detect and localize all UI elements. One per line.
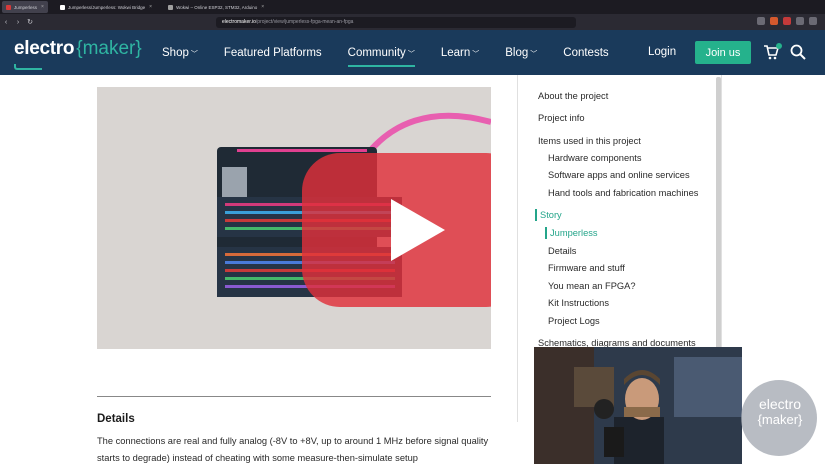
watermark-line-2: {maker}: [757, 412, 803, 427]
tab-wokwi[interactable]: Wokwi – Online ESP32, STM32, Arduino ×: [164, 1, 268, 13]
browser-tab-bar: Jumperless × Jumperless/Jumperless: Wokw…: [0, 0, 825, 14]
github-icon: [59, 4, 65, 10]
toc-about-project[interactable]: About the project: [538, 91, 608, 101]
tab-label: Wokwi – Online ESP32, STM32, Arduino: [176, 4, 258, 10]
join-us-button[interactable]: Join us: [695, 41, 751, 64]
tab-github[interactable]: Jumperless/Jumperless: Wokwi Bridge ×: [56, 1, 156, 13]
url-path: /project/view/jumperless-fpga-mean-an-fp…: [255, 19, 354, 25]
toc-fpga[interactable]: You mean an FPGA?: [548, 281, 636, 291]
watermark-line-1: electro: [758, 396, 802, 412]
toc-project-logs[interactable]: Project Logs: [548, 316, 600, 326]
forward-icon[interactable]: ›: [12, 19, 24, 26]
tab-label: Jumperless: [14, 4, 38, 10]
vpn-icon[interactable]: [796, 17, 804, 25]
webcam-feed: [534, 347, 742, 464]
back-icon[interactable]: ‹: [0, 19, 12, 26]
reload-icon[interactable]: ↻: [24, 18, 36, 26]
chevron-down-icon: ﹀: [472, 50, 480, 58]
cart-count-badge: [776, 43, 782, 49]
close-icon[interactable]: ×: [41, 4, 44, 10]
nav-shop[interactable]: Shop ﹀: [162, 47, 198, 59]
close-icon[interactable]: ×: [149, 4, 152, 10]
nav-blog[interactable]: Blog ﹀: [505, 47, 537, 59]
extension-icon[interactable]: [757, 17, 765, 25]
toc-software-apps[interactable]: Software apps and online services: [548, 170, 690, 180]
brave-shield-icon[interactable]: [770, 17, 778, 25]
menu-icon[interactable]: [809, 17, 817, 25]
nav-community[interactable]: Community ﹀: [347, 47, 415, 67]
screen: Jumperless × Jumperless/Jumperless: Wokw…: [0, 0, 825, 464]
logo-accent-text: {maker}: [76, 38, 142, 59]
toc-active-marker: [535, 209, 537, 221]
site-header: electro {maker} Shop ﹀ Featured Platforms…: [0, 30, 825, 75]
wokwi-icon: [168, 4, 174, 10]
extension-icon[interactable]: [783, 17, 791, 25]
logo-text: electro: [14, 38, 75, 59]
toc-items-used[interactable]: Items used in this project: [538, 136, 641, 146]
site-logo[interactable]: electro {maker}: [14, 38, 142, 64]
logo-circuit-trace: [14, 64, 42, 70]
toc-project-info[interactable]: Project info: [538, 113, 585, 123]
toc-hand-tools[interactable]: Hand tools and fabrication machines: [548, 188, 698, 198]
close-icon[interactable]: ×: [261, 4, 264, 10]
chevron-down-icon: ﹀: [190, 50, 198, 58]
nav-contests[interactable]: Contests: [563, 47, 608, 59]
webcam-overlay: [534, 347, 742, 464]
toc-details[interactable]: Details: [548, 246, 576, 256]
nav-featured-platforms[interactable]: Featured Platforms: [224, 47, 322, 59]
toc-firmware[interactable]: Firmware and stuff: [548, 263, 625, 273]
chevron-down-icon: ﹀: [530, 50, 538, 58]
url-host: electromaker.io: [222, 19, 256, 25]
browser-toolbar: ‹ › ↻ electromaker.io/project/view/jumpe…: [0, 14, 825, 30]
address-bar[interactable]: electromaker.io/project/view/jumperless-…: [216, 16, 576, 28]
details-heading: Details: [97, 413, 135, 425]
toc-hardware-components[interactable]: Hardware components: [548, 153, 642, 163]
toc-active-marker: [545, 227, 547, 239]
main-nav: Shop ﹀ Featured Platforms Community ﹀ Lear…: [162, 30, 635, 75]
tab-favicon-icon: [6, 4, 11, 10]
chevron-down-icon: ﹀: [407, 50, 415, 58]
search-icon[interactable]: [790, 44, 806, 60]
toc-story[interactable]: Story: [540, 210, 562, 220]
details-paragraph: The connections are real and fully analo…: [97, 436, 489, 463]
video-embed[interactable]: [97, 87, 491, 349]
section-divider: [97, 396, 491, 397]
watermark-text: electro {maker}: [752, 396, 808, 428]
toc-kit-instructions[interactable]: Kit Instructions: [548, 298, 609, 308]
toc-jumperless[interactable]: Jumperless: [550, 228, 598, 238]
extension-icons: [757, 17, 817, 25]
video-thumbnail: [97, 87, 491, 349]
tab-label: Jumperless/Jumperless: Wokwi Bridge: [67, 4, 146, 10]
nav-learn[interactable]: Learn ﹀: [441, 47, 479, 59]
login-link[interactable]: Login: [648, 46, 676, 58]
tab-jumperless[interactable]: Jumperless ×: [2, 1, 48, 13]
